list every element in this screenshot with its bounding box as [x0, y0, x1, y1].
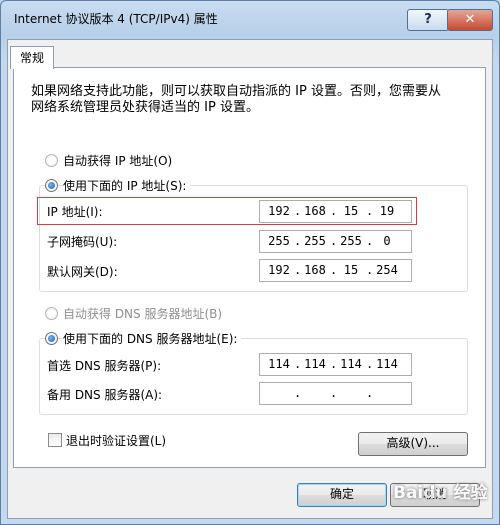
alternate-dns-label: 备用 DNS 服务器(A): — [47, 388, 163, 402]
watermark: Baidu 经验 — [393, 483, 488, 503]
validate-label: 退出时验证设置(L) — [66, 434, 167, 448]
preferred-dns-field[interactable]: 114. 114. 114. 114 — [259, 353, 412, 376]
manual-ip-label: 使用下面的 IP 地址(S): — [63, 177, 191, 194]
validate-checkbox[interactable] — [48, 433, 62, 447]
tab-general[interactable]: 常规 — [10, 46, 54, 69]
gateway-field[interactable]: 192. 168. 15. 254 — [259, 259, 412, 282]
help-button[interactable]: ? — [407, 9, 449, 31]
ok-button[interactable]: 确定 — [297, 483, 387, 507]
advanced-button[interactable]: 高级(V)... — [358, 432, 468, 456]
preferred-dns-label: 首选 DNS 服务器(P): — [47, 359, 162, 373]
auto-dns-label: 自动获得 DNS 服务器地址(B) — [63, 307, 223, 321]
subnet-mask-label: 子网掩码(U): — [47, 235, 118, 249]
dialog-title: Internet 协议版本 4 (TCP/IPv4) 属性 — [14, 12, 218, 26]
manual-dns-radio[interactable] — [45, 332, 58, 345]
description-text: 如果网络支持此功能，则可以获取自动指派的 IP 设置。否则，您需要从网络系统管理… — [31, 84, 441, 115]
manual-ip-radio[interactable] — [45, 179, 58, 192]
manual-dns-label: 使用下面的 DNS 服务器地址(E): — [63, 330, 242, 347]
gateway-label: 默认网关(D): — [47, 265, 118, 279]
auto-ip-label: 自动获得 IP 地址(O) — [63, 154, 173, 168]
highlight-box — [37, 197, 417, 225]
subnet-mask-field[interactable]: 255. 255. 255. 0 — [259, 230, 412, 253]
alternate-dns-field[interactable]: . . . — [259, 382, 412, 405]
auto-ip-radio[interactable] — [45, 154, 58, 167]
close-button[interactable]: ✕ — [447, 9, 493, 31]
auto-dns-radio[interactable] — [45, 307, 58, 320]
